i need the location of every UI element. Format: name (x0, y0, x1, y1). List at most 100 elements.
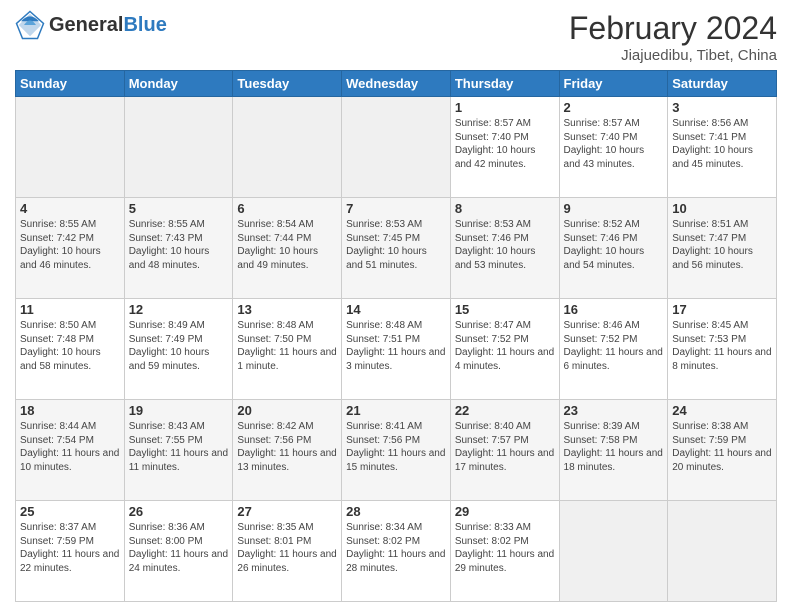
day-of-week-header: Tuesday (233, 71, 342, 97)
calendar-cell: 23 Sunrise: 8:39 AM Sunset: 7:58 PM Dayli… (559, 400, 668, 501)
day-number: 9 (564, 201, 664, 216)
calendar-cell: 28Sunrise: 8:34 AM Sunset: 8:02 PM Dayli… (342, 501, 451, 602)
day-number: 22 (455, 403, 555, 418)
calendar-subtitle: Jiajuedibu, Tibet, China (569, 47, 777, 64)
day-info: Sunrise: 8:35 AM Sunset: 8:01 PM Dayligh… (237, 521, 337, 575)
day-info: Sunrise: 8:53 AM Sunset: 7:45 PM Dayligh… (346, 218, 446, 272)
calendar-cell (342, 97, 451, 198)
title-block: February 2024 Jiajuedibu, Tibet, China (569, 10, 777, 64)
logo: GeneralBlue (15, 10, 167, 40)
day-info: Sunrise: 8:39 AM Sunset: 7:58 PM Dayligh… (564, 420, 664, 474)
day-number: 2 (564, 100, 664, 115)
calendar-cell: 17 Sunrise: 8:45 AM Sunset: 7:53 PM Dayli… (668, 299, 777, 400)
calendar-week-row: 25 Sunrise: 8:37 AM Sunset: 7:59 PM Dayli… (16, 501, 777, 602)
day-info: Sunrise: 8:56 AM Sunset: 7:41 PM Dayligh… (672, 117, 772, 171)
day-info: Sunrise: 8:47 AM Sunset: 7:52 PM Dayligh… (455, 319, 555, 373)
day-number: 6 (237, 201, 337, 216)
day-info: Sunrise: 8:43 AM Sunset: 7:55 PM Dayligh… (129, 420, 229, 474)
day-number: 17 (672, 302, 772, 317)
day-number: 18 (20, 403, 120, 418)
calendar-cell: 15 Sunrise: 8:47 AM Sunset: 7:52 PM Dayli… (450, 299, 559, 400)
calendar-week-row: 4Sunrise: 8:55 AM Sunset: 7:42 PM Daylig… (16, 198, 777, 299)
day-number: 29 (455, 504, 555, 519)
calendar-cell: 8Sunrise: 8:53 AM Sunset: 7:46 PM Daylig… (450, 198, 559, 299)
day-number: 14 (346, 302, 446, 317)
day-info: Sunrise: 8:36 AM Sunset: 8:00 PM Dayligh… (129, 521, 229, 575)
calendar-cell: 9 Sunrise: 8:52 AM Sunset: 7:46 PM Daylig… (559, 198, 668, 299)
days-of-week-row: SundayMondayTuesdayWednesdayThursdayFrid… (16, 71, 777, 97)
day-number: 25 (20, 504, 120, 519)
day-info: Sunrise: 8:40 AM Sunset: 7:57 PM Dayligh… (455, 420, 555, 474)
day-info: Sunrise: 8:38 AM Sunset: 7:59 PM Dayligh… (672, 420, 772, 474)
calendar-cell: 3Sunrise: 8:56 AM Sunset: 7:41 PM Daylig… (668, 97, 777, 198)
day-number: 1 (455, 100, 555, 115)
calendar-cell (16, 97, 125, 198)
day-of-week-header: Friday (559, 71, 668, 97)
day-number: 26 (129, 504, 229, 519)
calendar-cell: 6 Sunrise: 8:54 AM Sunset: 7:44 PM Daylig… (233, 198, 342, 299)
calendar-cell: 25 Sunrise: 8:37 AM Sunset: 7:59 PM Dayli… (16, 501, 125, 602)
calendar-cell: 5Sunrise: 8:55 AM Sunset: 7:43 PM Daylig… (124, 198, 233, 299)
calendar-cell: 12 Sunrise: 8:49 AM Sunset: 7:49 PM Dayli… (124, 299, 233, 400)
calendar-cell: 2Sunrise: 8:57 AM Sunset: 7:40 PM Daylig… (559, 97, 668, 198)
day-number: 27 (237, 504, 337, 519)
day-info: Sunrise: 8:48 AM Sunset: 7:51 PM Dayligh… (346, 319, 446, 373)
day-number: 11 (20, 302, 120, 317)
day-info: Sunrise: 8:44 AM Sunset: 7:54 PM Dayligh… (20, 420, 120, 474)
page: GeneralBlue February 2024 Jiajuedibu, Ti… (0, 0, 792, 612)
header: GeneralBlue February 2024 Jiajuedibu, Ti… (15, 10, 777, 64)
logo-blue-text: Blue (123, 14, 166, 36)
logo-text: GeneralBlue (49, 14, 167, 37)
logo-general-text: General (49, 14, 123, 36)
calendar-header: SundayMondayTuesdayWednesdayThursdayFrid… (16, 71, 777, 97)
calendar-cell: 26 Sunrise: 8:36 AM Sunset: 8:00 PM Dayli… (124, 501, 233, 602)
day-info: Sunrise: 8:48 AM Sunset: 7:50 PM Dayligh… (237, 319, 337, 373)
day-info: Sunrise: 8:52 AM Sunset: 7:46 PM Dayligh… (564, 218, 664, 272)
day-number: 16 (564, 302, 664, 317)
day-info: Sunrise: 8:53 AM Sunset: 7:46 PM Dayligh… (455, 218, 555, 272)
day-of-week-header: Saturday (668, 71, 777, 97)
day-info: Sunrise: 8:41 AM Sunset: 7:56 PM Dayligh… (346, 420, 446, 474)
calendar-body: 1 Sunrise: 8:57 AM Sunset: 7:40 PM Daylig… (16, 97, 777, 602)
generalblue-logo-icon (15, 10, 45, 40)
calendar-cell: 4Sunrise: 8:55 AM Sunset: 7:42 PM Daylig… (16, 198, 125, 299)
day-info: Sunrise: 8:45 AM Sunset: 7:53 PM Dayligh… (672, 319, 772, 373)
calendar-cell: 10Sunrise: 8:51 AM Sunset: 7:47 PM Dayli… (668, 198, 777, 299)
calendar-cell: 19Sunrise: 8:43 AM Sunset: 7:55 PM Dayli… (124, 400, 233, 501)
calendar-week-row: 11 Sunrise: 8:50 AM Sunset: 7:48 PM Dayli… (16, 299, 777, 400)
day-number: 13 (237, 302, 337, 317)
day-number: 23 (564, 403, 664, 418)
calendar-cell: 7 Sunrise: 8:53 AM Sunset: 7:45 PM Daylig… (342, 198, 451, 299)
day-info: Sunrise: 8:50 AM Sunset: 7:48 PM Dayligh… (20, 319, 120, 373)
calendar-title: February 2024 (569, 10, 777, 47)
calendar-cell: 21 Sunrise: 8:41 AM Sunset: 7:56 PM Dayli… (342, 400, 451, 501)
calendar-cell: 24 Sunrise: 8:38 AM Sunset: 7:59 PM Dayli… (668, 400, 777, 501)
calendar-cell: 29 Sunrise: 8:33 AM Sunset: 8:02 PM Dayli… (450, 501, 559, 602)
calendar-cell: 11 Sunrise: 8:50 AM Sunset: 7:48 PM Dayli… (16, 299, 125, 400)
calendar-cell (559, 501, 668, 602)
day-number: 4 (20, 201, 120, 216)
day-info: Sunrise: 8:51 AM Sunset: 7:47 PM Dayligh… (672, 218, 772, 272)
day-number: 21 (346, 403, 446, 418)
day-info: Sunrise: 8:57 AM Sunset: 7:40 PM Dayligh… (455, 117, 555, 171)
day-info: Sunrise: 8:49 AM Sunset: 7:49 PM Dayligh… (129, 319, 229, 373)
day-number: 7 (346, 201, 446, 216)
calendar-cell: 14 Sunrise: 8:48 AM Sunset: 7:51 PM Dayli… (342, 299, 451, 400)
calendar-cell: 18 Sunrise: 8:44 AM Sunset: 7:54 PM Dayli… (16, 400, 125, 501)
day-of-week-header: Thursday (450, 71, 559, 97)
day-info: Sunrise: 8:33 AM Sunset: 8:02 PM Dayligh… (455, 521, 555, 575)
calendar-cell: 22 Sunrise: 8:40 AM Sunset: 7:57 PM Dayli… (450, 400, 559, 501)
day-number: 5 (129, 201, 229, 216)
day-number: 24 (672, 403, 772, 418)
calendar-cell: 13 Sunrise: 8:48 AM Sunset: 7:50 PM Dayli… (233, 299, 342, 400)
calendar-cell (668, 501, 777, 602)
calendar-cell (124, 97, 233, 198)
calendar-cell: 1 Sunrise: 8:57 AM Sunset: 7:40 PM Daylig… (450, 97, 559, 198)
day-number: 12 (129, 302, 229, 317)
day-number: 20 (237, 403, 337, 418)
calendar-cell: 20 Sunrise: 8:42 AM Sunset: 7:56 PM Dayli… (233, 400, 342, 501)
day-info: Sunrise: 8:37 AM Sunset: 7:59 PM Dayligh… (20, 521, 120, 575)
day-info: Sunrise: 8:42 AM Sunset: 7:56 PM Dayligh… (237, 420, 337, 474)
day-info: Sunrise: 8:54 AM Sunset: 7:44 PM Dayligh… (237, 218, 337, 272)
day-number: 15 (455, 302, 555, 317)
